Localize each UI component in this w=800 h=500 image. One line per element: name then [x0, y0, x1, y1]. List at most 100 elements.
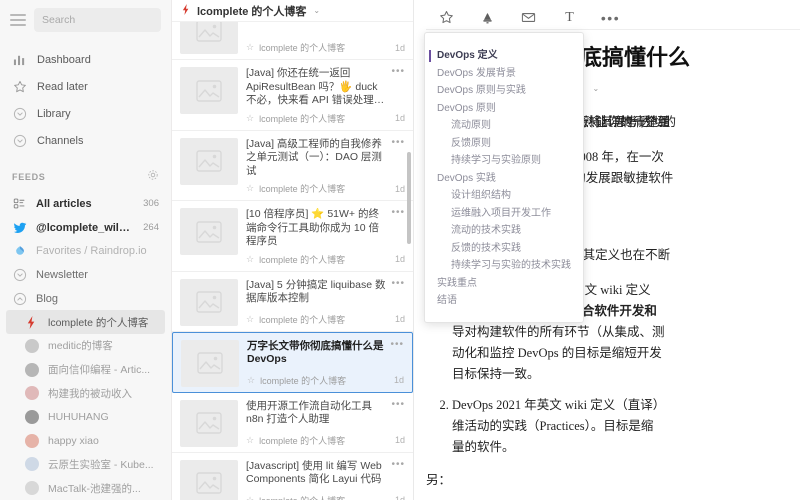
star-icon — [12, 79, 27, 94]
sidebar-item-channels[interactable]: Channels — [0, 127, 171, 154]
article-title: 万字长文带你彻底搞懂什么是 DevOps — [247, 340, 404, 367]
toc-item[interactable]: DevOps 定义 — [437, 47, 571, 65]
article-title: [Java] 高级工程师的自我修养之单元测试（一）：DAO 层测试 — [246, 138, 405, 179]
ellipsis-icon[interactable]: ••• — [390, 340, 404, 350]
sidebar-blog-meditic[interactable]: meditic的博客 — [0, 334, 171, 358]
table-row[interactable]: [Java] 你还在统一返回 ApiResultBean 吗？🖐 duck 不必… — [172, 60, 413, 131]
ellipsis-icon[interactable]: ••• — [391, 279, 405, 289]
table-row-selected[interactable]: 万字长文带你彻底搞懂什么是 DevOps ☆ lcomplete 的个人博客 1… — [172, 332, 413, 393]
toc-item[interactable]: 流动的技术实践 — [437, 222, 571, 240]
star-icon[interactable]: ☆ — [247, 375, 255, 386]
sidebar-blog-happy-xiao[interactable]: happy xiao — [0, 429, 171, 453]
table-of-contents-popup: DevOps 定义 DevOps 发展背景 DevOps 原则与实践 DevOp… — [424, 32, 584, 323]
star-icon[interactable]: ☆ — [246, 314, 254, 325]
gear-icon[interactable] — [147, 168, 159, 186]
sidebar-blog-mactalk[interactable]: MacTalk-池建强的... — [0, 476, 171, 500]
table-row[interactable]: 使用开源工作流自动化工具 n8n 打造个人助理 ☆ lcomplete 的个人博… — [172, 393, 413, 453]
chevron-down-icon[interactable]: ⌄ — [313, 6, 320, 15]
ellipsis-icon[interactable]: ••• — [590, 6, 631, 30]
toc-item[interactable]: 运维融入项目开发工作 — [437, 205, 571, 223]
sidebar-item-library[interactable]: Library — [0, 100, 171, 127]
article-list-column: lcomplete 的个人博客 ⌄ MySQL 数据库开发规范 ☆ lcompl… — [172, 0, 414, 500]
toc-item[interactable]: 结语 — [437, 292, 571, 310]
typography-icon[interactable]: T — [549, 6, 590, 30]
toc-item[interactable]: DevOps 原则 — [437, 100, 571, 118]
star-icon[interactable]: ☆ — [246, 435, 254, 446]
sidebar-feed-blog[interactable]: Blog — [0, 287, 171, 311]
article-list-header[interactable]: lcomplete 的个人博客 ⌄ — [172, 0, 413, 22]
ellipsis-icon[interactable]: ••• — [391, 460, 405, 470]
sidebar-blog-cloudnative-lab[interactable]: 云原生实验室 - Kube... — [0, 453, 171, 477]
sidebar-feed-favorites-raindrop[interactable]: Favorites / Raindrop.io — [0, 239, 171, 263]
sidebar-blog-huhuhang[interactable]: HUHUHANG — [0, 405, 171, 429]
ellipsis-icon[interactable]: ••• — [391, 400, 405, 410]
toc-item[interactable]: 实践重点 — [437, 275, 571, 293]
search-box[interactable] — [34, 8, 161, 32]
bar-chart-icon — [12, 52, 27, 67]
star-icon[interactable]: ☆ — [246, 254, 254, 265]
article-source: lcomplete 的个人博客 — [259, 494, 390, 500]
article-thumbnail — [180, 460, 238, 500]
chevron-circle-icon — [12, 133, 27, 148]
ellipsis-icon[interactable]: ••• — [391, 67, 405, 77]
toc-item[interactable]: 反馈的技术实践 — [437, 240, 571, 258]
hamburger-menu-icon[interactable] — [10, 14, 26, 26]
article-source: lcomplete 的个人博客 — [259, 41, 390, 54]
article-thumbnail — [180, 279, 238, 326]
article-list-scrollbar[interactable] — [407, 152, 411, 244]
article-source: lcomplete 的个人博客 — [259, 313, 390, 326]
article-age: 1d — [395, 495, 405, 500]
article-meta: ☆ lcomplete 的个人博客 1d — [246, 41, 405, 54]
sidebar-feed-twitter[interactable]: @lcomplete_wild (Twitt... 264 — [0, 216, 171, 240]
blog-child-label: happy xiao — [48, 435, 159, 447]
sidebar-blog-passive-income[interactable]: 构建我的被动收入 — [0, 382, 171, 406]
feeds-section-header: FEEDS — [0, 154, 171, 192]
sidebar-item-dashboard[interactable]: Dashboard — [0, 46, 171, 73]
table-row[interactable]: [Java] 高级工程师的自我修养之单元测试（一）：DAO 层测试 ☆ lcom… — [172, 131, 413, 202]
ellipsis-icon[interactable]: ••• — [391, 208, 405, 218]
article-source: lcomplete 的个人博客 — [260, 374, 389, 387]
article-meta: ☆ lcomplete 的个人博客 1d — [246, 182, 405, 195]
star-icon[interactable]: ☆ — [246, 495, 254, 500]
table-row[interactable]: [10 倍程序员] ⭐ 51W+ 的终端命令行工具助你成为 10 倍程序员 ☆ … — [172, 201, 413, 272]
avatar-icon — [24, 481, 39, 496]
toc-item[interactable]: 持续学习与实验的技术实践 — [437, 257, 571, 275]
typography-letter: T — [565, 10, 574, 26]
toc-item[interactable]: DevOps 原则与实践 — [437, 82, 571, 100]
toc-item[interactable]: DevOps 发展背景 — [437, 65, 571, 83]
sidebar-item-read-later[interactable]: Read later — [0, 73, 171, 100]
article-source: lcomplete 的个人博客 — [259, 253, 390, 266]
ellipsis-icon[interactable]: ••• — [391, 138, 405, 148]
sidebar-feed-all-articles[interactable]: All articles 306 — [0, 192, 171, 216]
article-title: [Java] 你还在统一返回 ApiResultBean 吗？🖐 duck 不必… — [246, 67, 405, 108]
search-input[interactable] — [42, 14, 153, 26]
article-meta: ☆ lcomplete 的个人博客 1d — [246, 313, 405, 326]
twitter-icon — [12, 220, 27, 235]
sidebar-blog-lcomplete[interactable]: lcomplete 的个人博客 — [6, 310, 165, 334]
toc-item[interactable]: 设计组织结构 — [437, 187, 571, 205]
star-icon[interactable]: ☆ — [246, 113, 254, 124]
bolt-icon — [24, 315, 39, 330]
avatar-icon — [24, 362, 39, 377]
toc-item[interactable]: 反馈原则 — [437, 135, 571, 153]
star-icon[interactable]: ☆ — [246, 183, 254, 194]
article-meta: ☆ lcomplete 的个人博客 1d — [246, 112, 405, 125]
chevron-down-icon[interactable]: ⌄ — [593, 84, 600, 93]
article-title: [Java] 5 分钟搞定 liquibase 数据库版本控制 — [246, 279, 405, 306]
star-icon[interactable] — [426, 6, 467, 30]
toc-item[interactable]: 流动原则 — [437, 117, 571, 135]
star-icon[interactable]: ☆ — [246, 42, 254, 53]
sidebar-blog-faith-programming[interactable]: 面向信仰编程 - Artic... — [0, 358, 171, 382]
highlighter-icon[interactable] — [467, 6, 508, 30]
article-list-scroll[interactable]: MySQL 数据库开发规范 ☆ lcomplete 的个人博客 1d ••• [… — [172, 22, 413, 500]
article-age: 1d — [395, 435, 405, 445]
toc-item[interactable]: 持续学习与实验原则 — [437, 152, 571, 170]
article-source: lcomplete 的个人博客 — [259, 434, 390, 447]
sidebar-feed-newsletter[interactable]: Newsletter — [0, 263, 171, 287]
list-icon — [12, 196, 27, 211]
table-row[interactable]: MySQL 数据库开发规范 ☆ lcomplete 的个人博客 1d ••• — [172, 22, 413, 60]
envelope-icon[interactable] — [508, 6, 549, 30]
toc-item[interactable]: DevOps 实践 — [437, 170, 571, 188]
table-row[interactable]: [Java] 5 分钟搞定 liquibase 数据库版本控制 ☆ lcompl… — [172, 272, 413, 332]
table-row[interactable]: [Javascript] 使用 lit 编写 Web Components 简化… — [172, 453, 413, 500]
